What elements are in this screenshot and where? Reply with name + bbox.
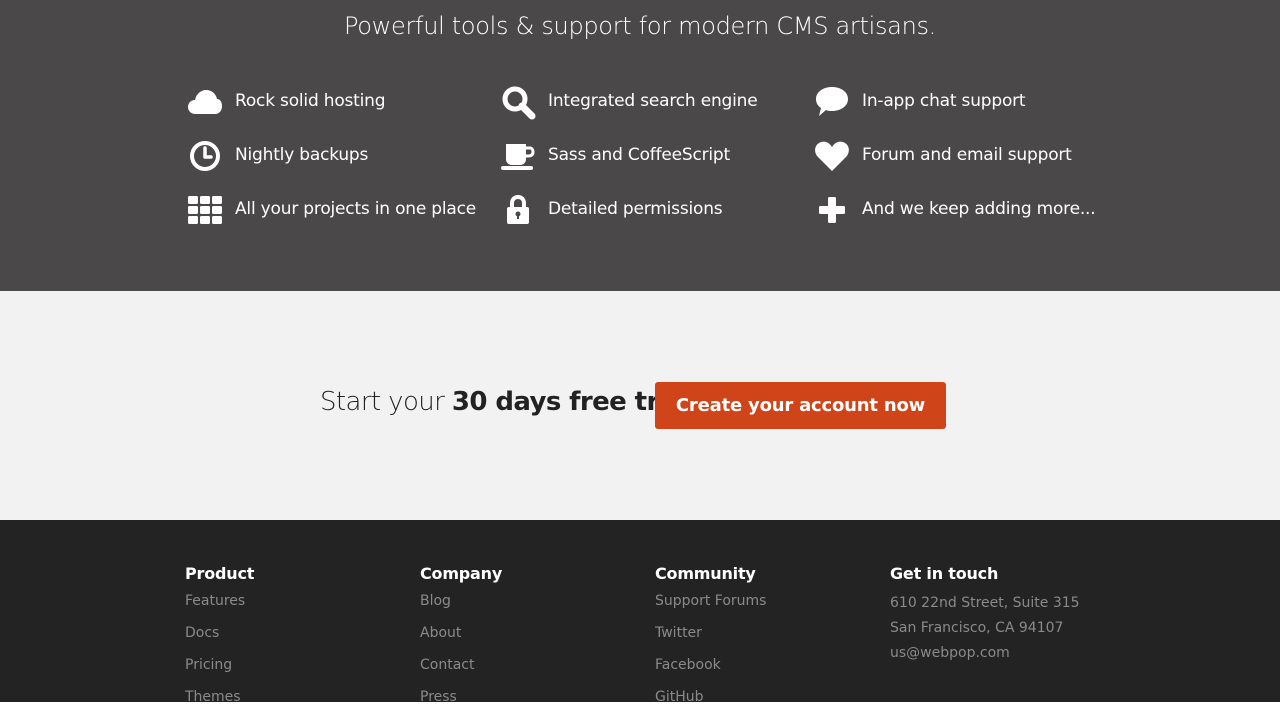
trial-cta-prefix: Start your	[320, 387, 452, 417]
feature-label: Detailed permissions	[548, 199, 723, 219]
create-account-button[interactable]: Create your account now	[655, 382, 946, 429]
footer-link-twitter[interactable]: Twitter	[655, 623, 875, 655]
footer-link-contact[interactable]: Contact	[420, 655, 640, 687]
footer-link-themes[interactable]: Themes	[185, 687, 405, 719]
footer-column-contact: Get in touch 610 22nd Street, Suite 315 …	[890, 564, 1150, 673]
feature-label: Integrated search engine	[548, 91, 758, 111]
clock-icon	[185, 136, 225, 176]
footer-heading: Get in touch	[890, 564, 999, 583]
search-icon	[498, 82, 538, 122]
contact-email-link[interactable]: us@webpop.com	[890, 641, 1150, 673]
feature-label: Forum and email support	[862, 145, 1072, 165]
chat-bubble-icon	[812, 82, 852, 122]
footer-column-company: Company Blog About Contact Press	[420, 564, 640, 719]
feature-label: Nightly backups	[235, 145, 369, 165]
footer-column-community: Community Support Forums Twitter Faceboo…	[655, 564, 875, 719]
footer-heading: Company	[420, 564, 503, 583]
footer-link-docs[interactable]: Docs	[185, 623, 405, 655]
footer-link-press[interactable]: Press	[420, 687, 640, 719]
feature-label: In-app chat support	[862, 91, 1026, 111]
feature-label: And we keep adding more...	[862, 199, 1096, 219]
footer-link-blog[interactable]: Blog	[420, 591, 640, 623]
footer-link-pricing[interactable]: Pricing	[185, 655, 405, 687]
trial-cta-text: Start your 30 days free trial	[320, 387, 693, 417]
features-section: Powerful tools & support for modern CMS …	[0, 0, 1280, 291]
feature-label: Sass and CoffeeScript	[548, 145, 730, 165]
footer-link-support-forums[interactable]: Support Forums	[655, 591, 875, 623]
address-line-1: 610 22nd Street, Suite 315	[890, 595, 1080, 611]
trial-cta-section: Start your 30 days free trial Create you…	[0, 291, 1280, 520]
coffee-cup-icon	[498, 136, 538, 176]
grid-icon	[185, 190, 225, 230]
footer-link-github[interactable]: GitHub	[655, 687, 875, 719]
footer-heading: Community	[655, 564, 756, 583]
cloud-icon	[185, 82, 225, 122]
footer-heading: Product	[185, 564, 255, 583]
footer-column-product: Product Features Docs Pricing Themes	[185, 564, 405, 719]
footer-link-features[interactable]: Features	[185, 591, 405, 623]
feature-label: Rock solid hosting	[235, 91, 386, 111]
footer: Product Features Docs Pricing Themes Com…	[0, 520, 1280, 705]
lock-icon	[498, 190, 538, 230]
features-title: Powerful tools & support for modern CMS …	[343, 12, 937, 40]
footer-link-facebook[interactable]: Facebook	[655, 655, 875, 687]
footer-link-about[interactable]: About	[420, 623, 640, 655]
feature-label: All your projects in one place	[235, 199, 477, 219]
heart-icon	[812, 136, 852, 176]
address-line-2: San Francisco, CA 94107	[890, 620, 1064, 636]
plus-icon	[812, 190, 852, 230]
